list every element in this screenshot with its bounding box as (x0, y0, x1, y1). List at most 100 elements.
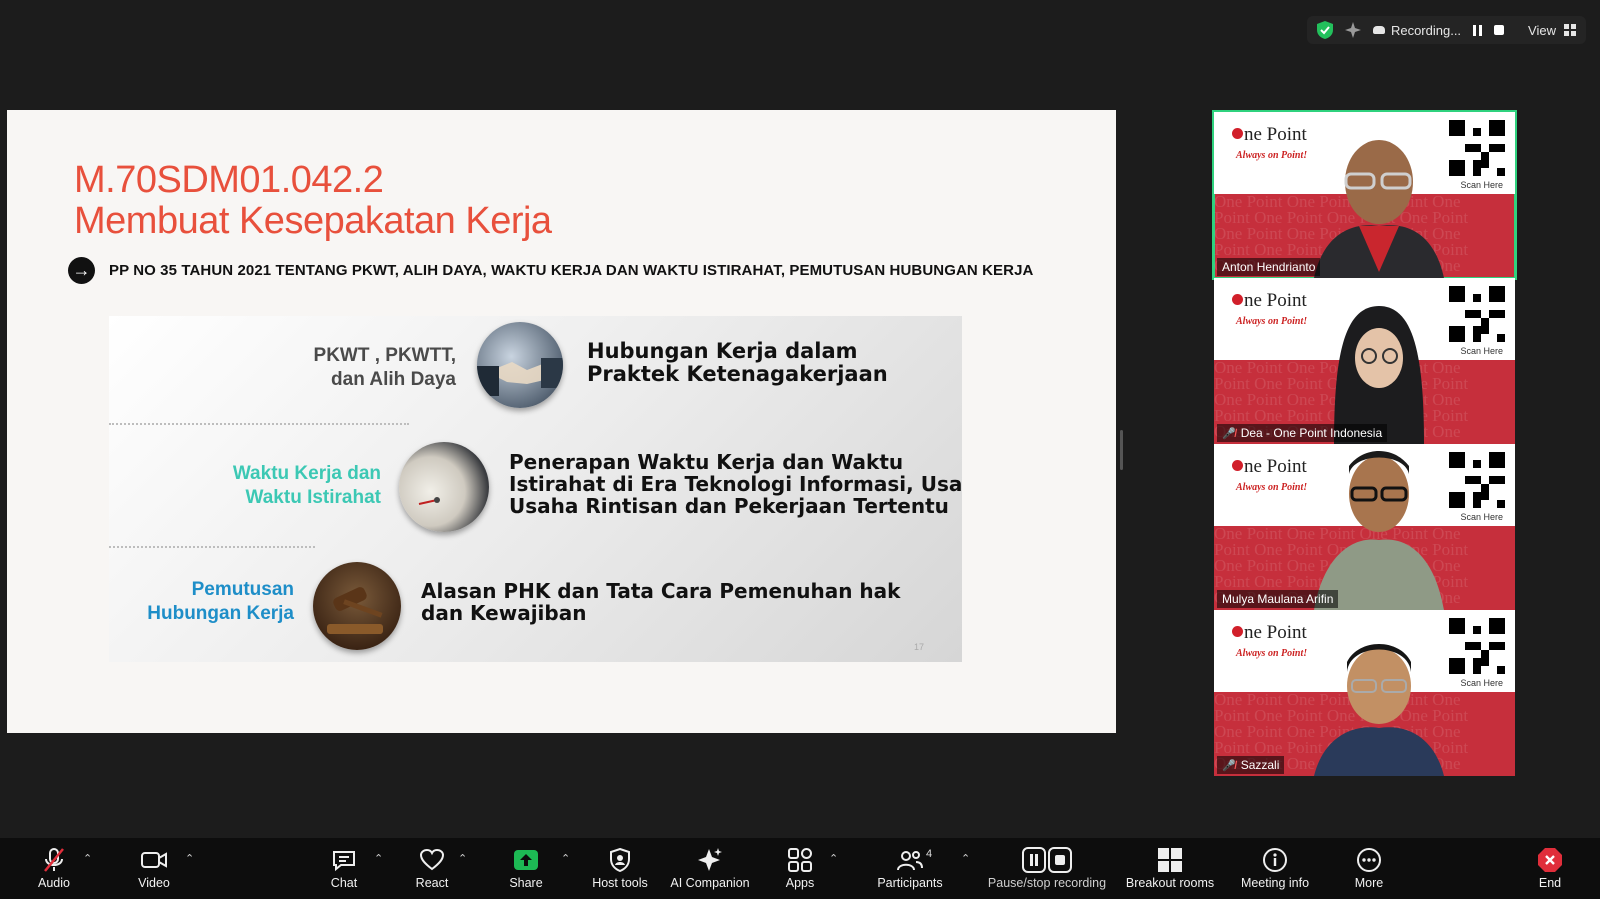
encryption-shield-icon[interactable] (1316, 21, 1333, 39)
end-meeting-button[interactable]: End (1524, 838, 1576, 899)
view-button[interactable]: View (1528, 23, 1576, 38)
shield-icon (609, 847, 631, 873)
row-right-text: Alasan PHK dan Tata Cara Pemenuhan hak d… (421, 579, 901, 625)
slide-row-pkwt: PKWT , PKWTT, dan Alih Daya Hubungan Ker… (109, 316, 962, 426)
brand-tagline: Always on Point! (1236, 648, 1308, 659)
ai-sparkle-icon (697, 847, 723, 873)
gavel-photo (313, 562, 401, 650)
cloud-recording-icon (1372, 26, 1385, 34)
pause-recording-icon[interactable] (1473, 24, 1483, 36)
heart-icon (419, 847, 445, 873)
stopwatch-photo (399, 442, 489, 532)
participants-options-chevron-icon[interactable]: ⌃ (961, 852, 970, 865)
participants-icon (896, 847, 924, 873)
slide-page-number: 17 (913, 642, 924, 652)
video-button[interactable]: Video (128, 838, 180, 899)
brand-logo: ne Point (1232, 124, 1307, 146)
participant-video (1314, 140, 1444, 278)
meeting-info-button[interactable]: Meeting info (1232, 838, 1318, 899)
view-label: View (1528, 22, 1556, 38)
meeting-window: Recording... View M.70SDM01.042.2 Membua… (0, 0, 1600, 899)
video-tile-anton[interactable]: One Point One Point One Point One Point … (1212, 110, 1517, 280)
ai-companion-button[interactable]: AI Companion (668, 838, 752, 899)
scan-here-label: Scan Here (1460, 512, 1503, 522)
apps-grid-icon (787, 847, 813, 873)
brand-tagline: Always on Point! (1236, 316, 1308, 327)
arrow-right-icon: → (68, 257, 95, 284)
slide-subtitle: → PP NO 35 TAHUN 2021 TENTANG PKWT, ALIH… (68, 257, 1033, 284)
recording-status-bar: Recording... View (1306, 16, 1586, 44)
panel-resize-handle[interactable] (1120, 430, 1123, 470)
participant-name-tag: Mulya Maulana Arifin (1217, 590, 1339, 608)
scan-here-label: Scan Here (1460, 678, 1503, 688)
react-button[interactable]: React (406, 838, 458, 899)
brand-logo: ne Point (1232, 622, 1307, 644)
meeting-toolbar: Audio ⌃ Video ⌃ Chat ⌃ React ⌃ Share ⌃ H… (0, 838, 1600, 899)
slide-row-pemutusan: Pemutusan Hubungan Kerja Alasan PHK dan … (109, 556, 962, 662)
row-right-text: Penerapan Waktu Kerja dan Waktu Istiraha… (509, 450, 962, 518)
scan-here-label: Scan Here (1460, 180, 1503, 190)
row-left-label: PKWT , PKWTT, dan Alih Daya (313, 345, 456, 390)
row-left-label: Pemutusan Hubungan Kerja (147, 579, 294, 624)
row-right-text: Hubungan Kerja dalam Praktek Ketenagaker… (587, 339, 888, 386)
host-tools-button[interactable]: Host tools (590, 838, 650, 899)
video-tile-sazzali[interactable]: One Point One Point One Point One Point … (1214, 610, 1515, 776)
participant-video (1314, 644, 1444, 776)
participant-video (1334, 306, 1424, 444)
chat-bubble-icon (331, 847, 357, 873)
participants-button[interactable]: Participants (868, 838, 952, 899)
slide-title-text: Membuat Kesepakatan Kerja (74, 200, 552, 242)
apps-button[interactable]: Apps (774, 838, 826, 899)
recording-indicator[interactable]: Recording... (1372, 22, 1462, 38)
video-tile-dea[interactable]: One Point One Point One Point One Point … (1214, 278, 1515, 444)
mic-muted-icon (42, 847, 66, 873)
brand-logo: ne Point (1232, 456, 1307, 478)
brand-tagline: Always on Point! (1236, 482, 1308, 493)
slide-title: M.70SDM01.042.2 Membuat Kesepakatan Kerj… (74, 160, 552, 242)
end-x-icon (1537, 847, 1563, 873)
participant-name-tag: Anton Hendrianto (1217, 258, 1321, 276)
slide-row-waktu: Waktu Kerja dan Waktu Istirahat Penerapa… (109, 434, 962, 544)
brand-tagline: Always on Point! (1236, 150, 1308, 161)
chat-options-chevron-icon[interactable]: ⌃ (374, 852, 383, 865)
brand-logo: ne Point (1232, 290, 1307, 312)
video-options-chevron-icon[interactable]: ⌃ (185, 852, 194, 865)
muted-mic-icon: 🎤̸ (1222, 759, 1236, 772)
qr-code-icon (1449, 452, 1505, 508)
share-button[interactable]: Share (500, 838, 552, 899)
audio-options-chevron-icon[interactable]: ⌃ (83, 852, 92, 865)
shared-screen-slide: M.70SDM01.042.2 Membuat Kesepakatan Kerj… (7, 110, 1116, 733)
slide-title-code: M.70SDM01.042.2 (74, 159, 384, 201)
slide-subtitle-text: PP NO 35 TAHUN 2021 TENTANG PKWT, ALIH D… (109, 262, 1034, 279)
react-options-chevron-icon[interactable]: ⌃ (458, 852, 467, 865)
breakout-rooms-button[interactable]: Breakout rooms (1122, 838, 1218, 899)
divider (109, 423, 409, 425)
view-grid-icon (1564, 24, 1576, 36)
muted-mic-icon: 🎤̸ (1222, 427, 1236, 440)
breakout-rooms-icon (1157, 847, 1183, 873)
slide-content-panel: PKWT , PKWTT, dan Alih Daya Hubungan Ker… (109, 316, 962, 662)
qr-code-icon (1449, 120, 1505, 176)
qr-code-icon (1449, 618, 1505, 674)
ai-sparkle-icon[interactable] (1344, 22, 1361, 38)
participant-video (1314, 451, 1444, 610)
pause-stop-icon (1022, 847, 1072, 873)
divider (109, 546, 315, 548)
qr-code-icon (1449, 286, 1505, 342)
share-screen-icon (513, 847, 539, 873)
video-tile-mulya[interactable]: One Point One Point One Point One Point … (1214, 444, 1515, 610)
stop-recording-icon[interactable] (1494, 25, 1505, 35)
scan-here-label: Scan Here (1460, 346, 1503, 356)
handshake-photo (477, 322, 563, 408)
audio-button[interactable]: Audio (28, 838, 80, 899)
share-options-chevron-icon[interactable]: ⌃ (561, 852, 570, 865)
chat-button[interactable]: Chat (318, 838, 370, 899)
pause-stop-recording-button[interactable]: Pause/stop recording (986, 838, 1108, 899)
recording-label: Recording... (1390, 22, 1462, 38)
more-button[interactable]: More (1343, 838, 1395, 899)
participant-name-tag: 🎤̸ Dea - One Point Indonesia (1217, 424, 1388, 442)
video-camera-icon (140, 847, 168, 873)
row-left-label: Waktu Kerja dan Waktu Istirahat (232, 463, 381, 508)
apps-options-chevron-icon[interactable]: ⌃ (829, 852, 838, 865)
info-icon (1262, 847, 1288, 873)
